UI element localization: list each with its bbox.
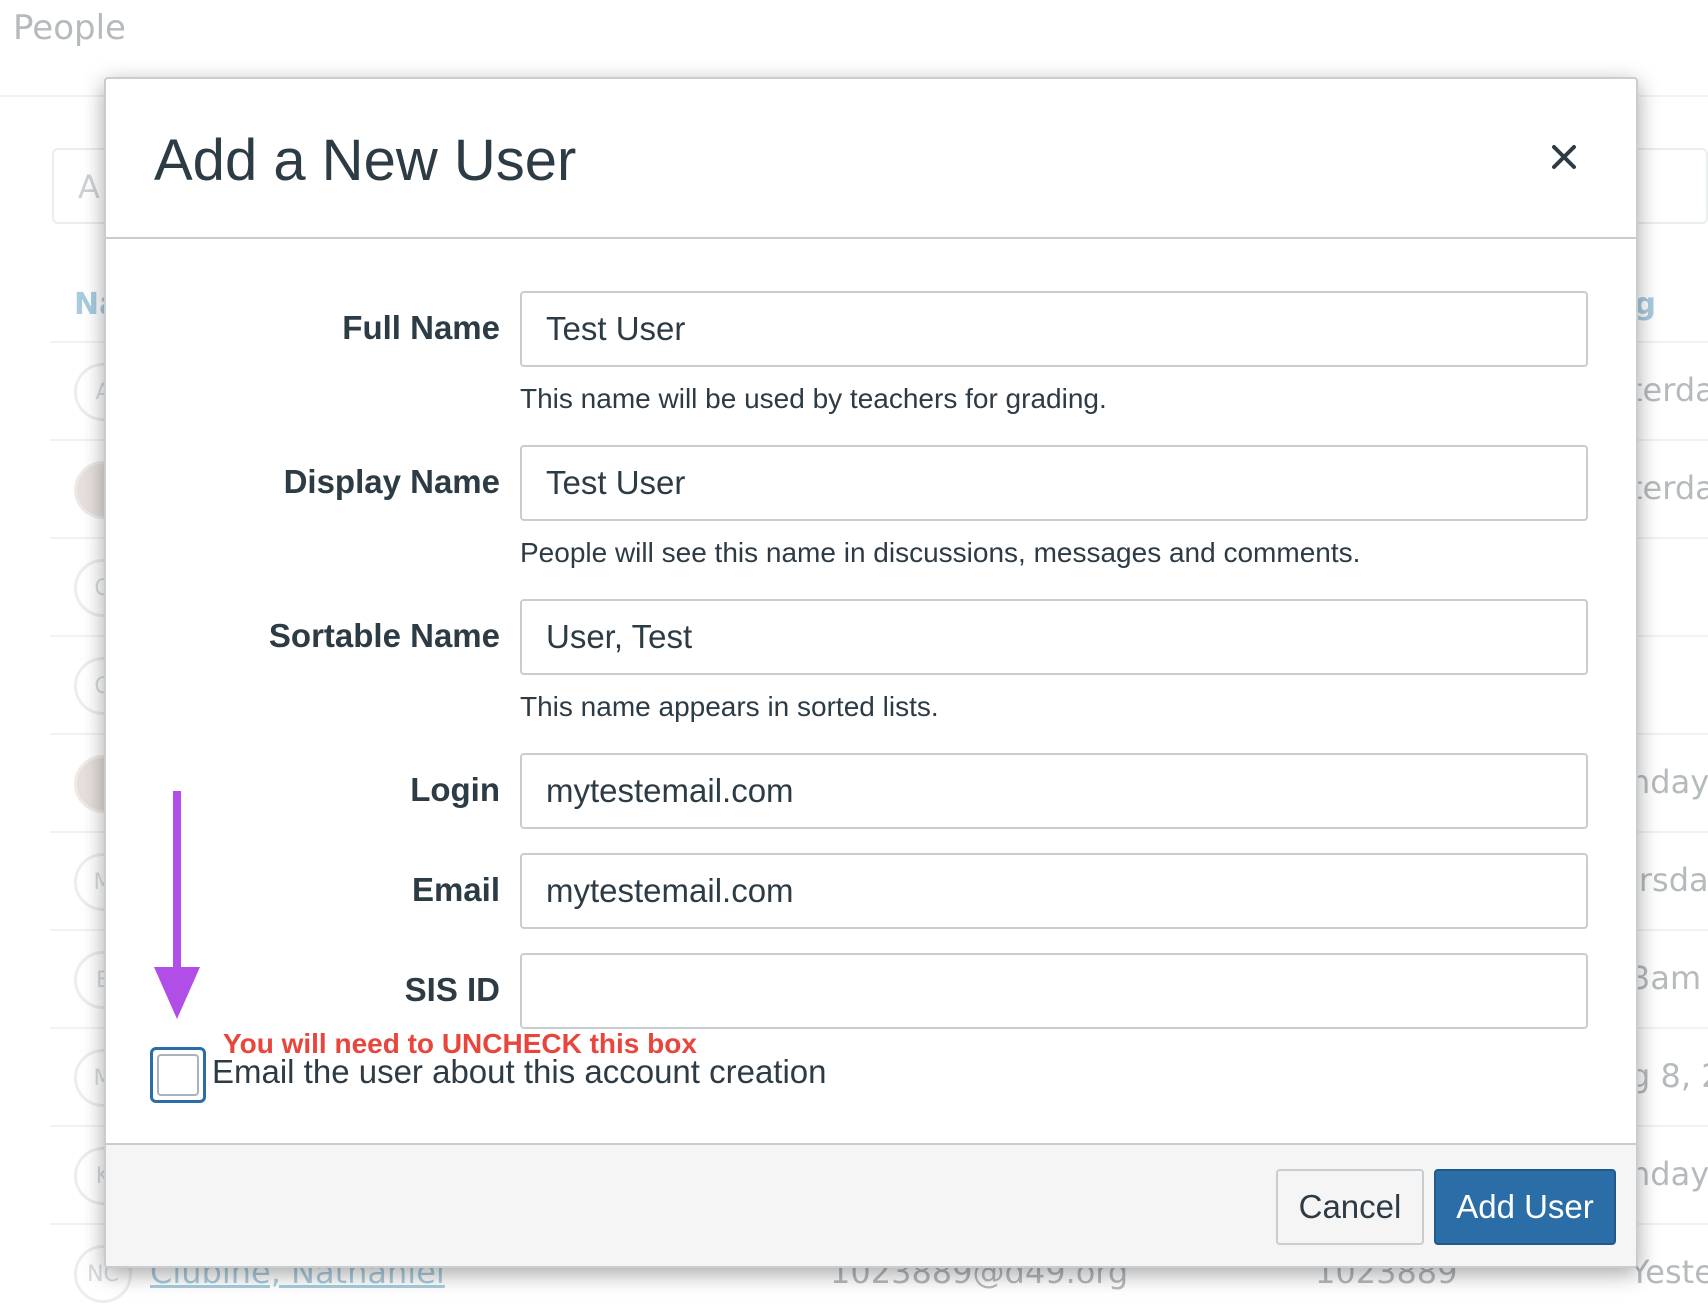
full-name-hint: This name will be used by teachers for g… [520,383,1107,414]
display-name-label: Display Name [283,463,500,500]
login-input[interactable] [520,753,1588,829]
row-last-login: nday [1630,763,1708,801]
email-input[interactable] [520,853,1588,929]
full-name-input[interactable] [520,291,1588,367]
display-name-hint: People will see this name in discussions… [520,537,1361,568]
sortable-name-row: Sortable Name [106,599,1636,675]
dialog-header: Add a New User [106,79,1636,239]
row-last-login: terda [1630,371,1708,409]
email-row: Email [106,853,1636,929]
display-name-input[interactable] [520,445,1588,521]
row-last-login: terda [1630,469,1708,507]
close-button[interactable] [1536,129,1592,185]
email-user-checkbox-label[interactable]: Email the user about this account creati… [212,1053,827,1091]
row-last-login: g 8, 2 [1630,1057,1708,1095]
sis-id-label: SIS ID [404,971,500,1008]
email-label: Email [411,871,500,908]
cancel-button[interactable]: Cancel [1276,1169,1424,1245]
sis-id-input[interactable] [520,953,1588,1029]
add-user-button[interactable]: Add User [1434,1169,1616,1245]
checkbox-box [157,1054,199,1096]
dialog-title: Add a New User [154,128,577,193]
full-name-label: Full Name [342,309,500,346]
sortable-name-label: Sortable Name [268,617,500,654]
sortable-name-input[interactable] [520,599,1588,675]
sortable-name-hint: This name appears in sorted lists. [520,691,939,722]
close-icon [1552,145,1576,169]
row-last-login: 3am [1630,959,1702,997]
page-title: People [13,8,126,48]
search-placeholder: A [78,168,100,206]
sis-id-row: SIS ID [106,953,1636,1029]
display-name-row: Display Name [106,445,1636,521]
row-last-login: ırsday [1630,861,1708,899]
dialog-footer: Cancel Add User [106,1143,1636,1266]
login-label: Login [410,771,500,808]
full-name-row: Full Name [106,291,1636,367]
email-user-checkbox[interactable] [150,1047,206,1103]
row-last-login: Yesterda [1630,1253,1708,1291]
arrow-down-icon [154,791,200,1019]
add-user-dialog: Add a New User Full Name This name will … [104,77,1638,1268]
login-row: Login [106,753,1636,829]
row-last-login: nday [1630,1155,1708,1193]
